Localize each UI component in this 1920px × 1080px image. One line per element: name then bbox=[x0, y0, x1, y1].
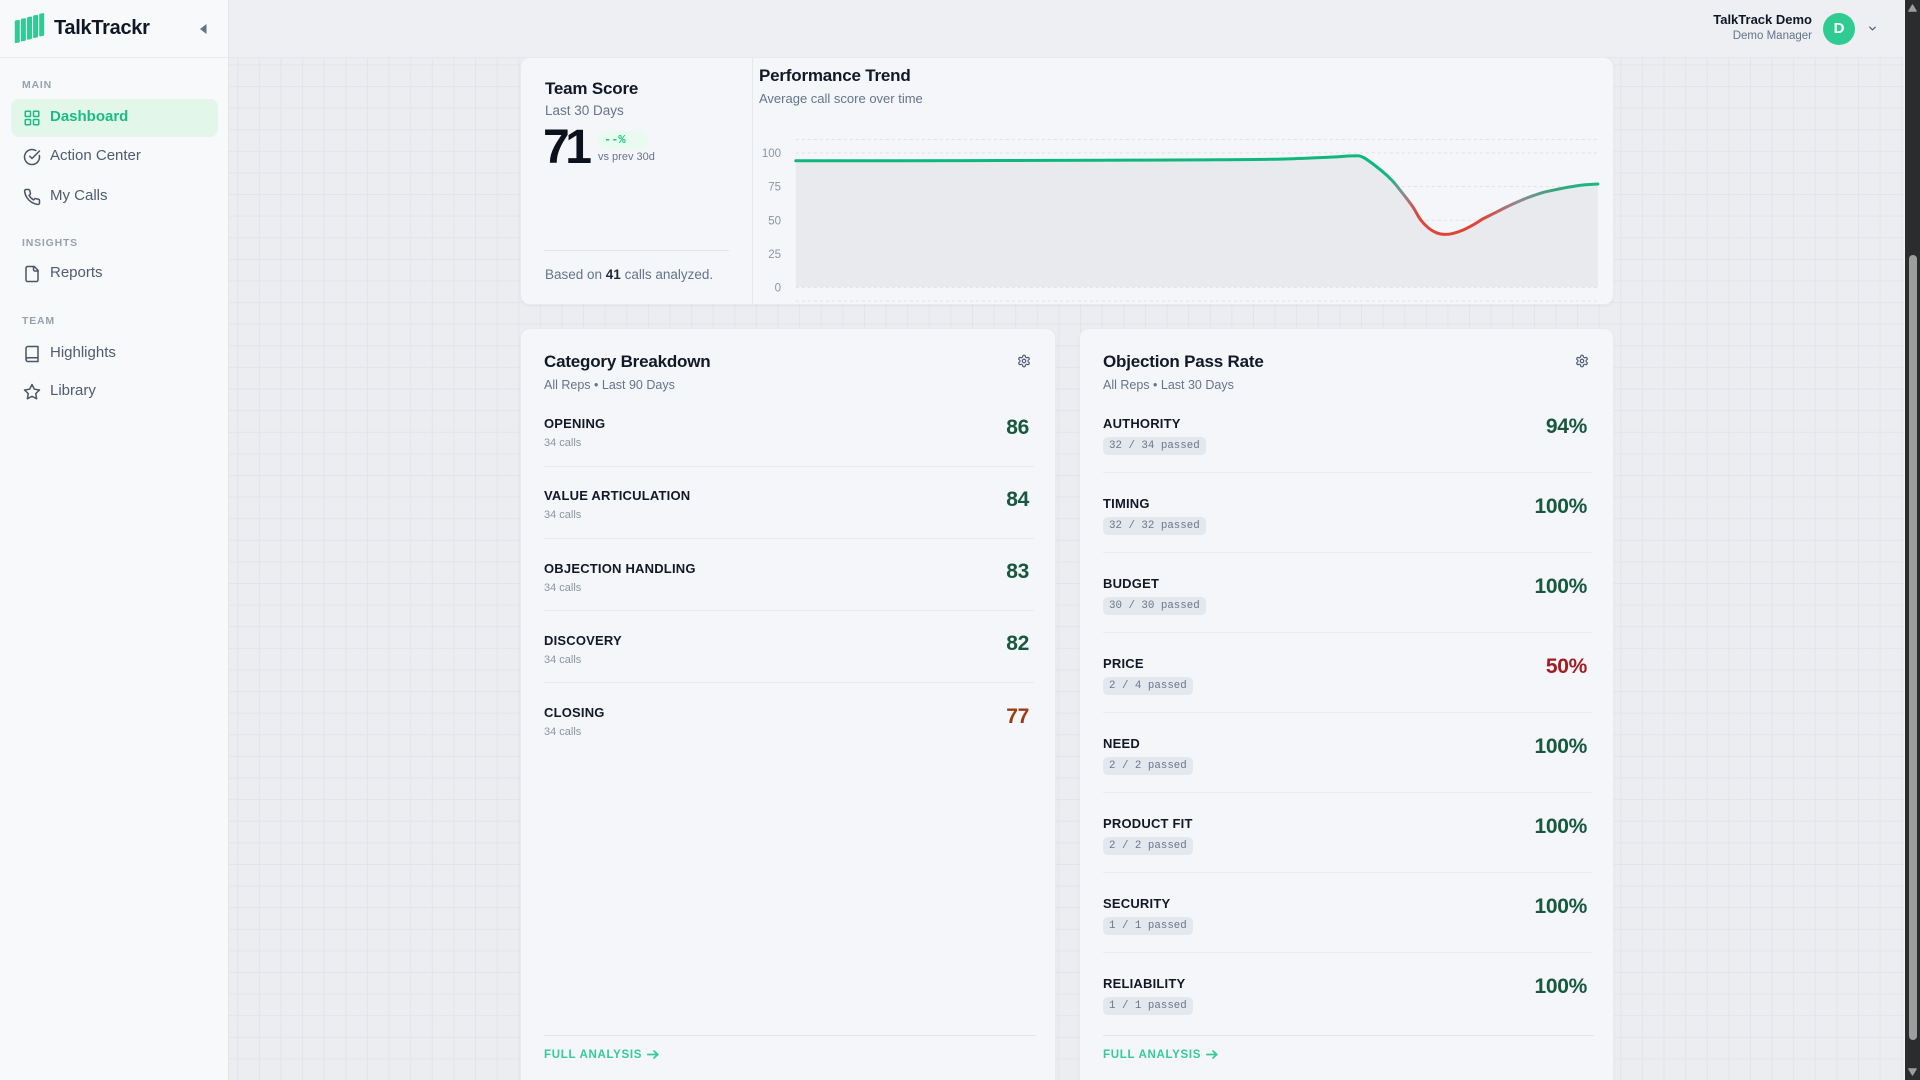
svg-text:0: 0 bbox=[775, 283, 781, 295]
svg-text:100: 100 bbox=[762, 148, 781, 160]
svg-text:75: 75 bbox=[768, 182, 781, 194]
svg-text:50: 50 bbox=[768, 215, 781, 227]
svg-text:25: 25 bbox=[768, 249, 781, 261]
